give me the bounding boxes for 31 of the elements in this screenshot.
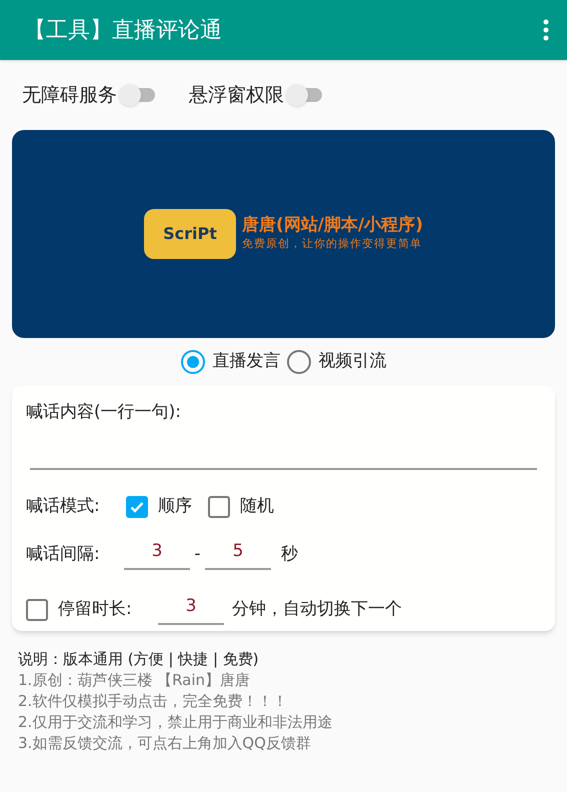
banner-headline: 唐唐(网站/脚本/小程序) <box>242 215 423 236</box>
number-field[interactable]: 3 <box>158 594 224 626</box>
switch-label: 无障碍服务 <box>22 82 117 108</box>
banner-tagline: 免费原创，让你的操作变得更简单 <box>242 236 423 252</box>
field-label: 喊话内容(一行一句): <box>26 401 182 424</box>
more-icon[interactable] <box>543 19 549 41</box>
app-title: 【工具】直播评论通 <box>24 16 222 44</box>
note-line: 2.仅用于交流和学习，禁止用于商业和非法用途 <box>18 712 334 733</box>
radio-option[interactable]: 视频引流 <box>286 349 386 375</box>
checkbox-label: 顺序 <box>158 494 192 518</box>
number-field[interactable]: 5 <box>205 538 271 570</box>
field-label: 停留时长: <box>58 598 133 621</box>
checkbox[interactable] <box>126 496 148 518</box>
unit-label: 秒 <box>281 542 298 566</box>
switch-label: 悬浮窗权限 <box>189 82 284 108</box>
note-line: 1.原创：葫芦侠三楼 【Rain】唐唐 <box>18 670 252 691</box>
toggle-switch[interactable] <box>286 84 322 106</box>
checkbox[interactable] <box>208 496 230 518</box>
note-line: 2.软件仅模拟手动点击，完全免费！！！ <box>18 691 288 712</box>
radio-option[interactable]: 直播发言 <box>180 349 280 375</box>
field-label: 喊话模式: <box>26 494 101 518</box>
note-line: 3.如需反馈交流，可点右上角加入QQ反馈群 <box>18 733 312 754</box>
logo: ScriPt <box>144 209 236 259</box>
field-label: 喊话间隔: <box>26 542 101 566</box>
notes-title: 说明：版本通用 (方便 | 快捷 | 免费) <box>18 649 260 670</box>
field-suffix: 分钟，自动切换下一个 <box>232 598 402 621</box>
toggle-switch[interactable] <box>119 84 155 106</box>
range-separator: - <box>193 542 202 566</box>
checkbox-label: 随机 <box>240 494 274 518</box>
number-field[interactable]: 3 <box>124 538 190 570</box>
checkbox[interactable] <box>26 598 48 620</box>
